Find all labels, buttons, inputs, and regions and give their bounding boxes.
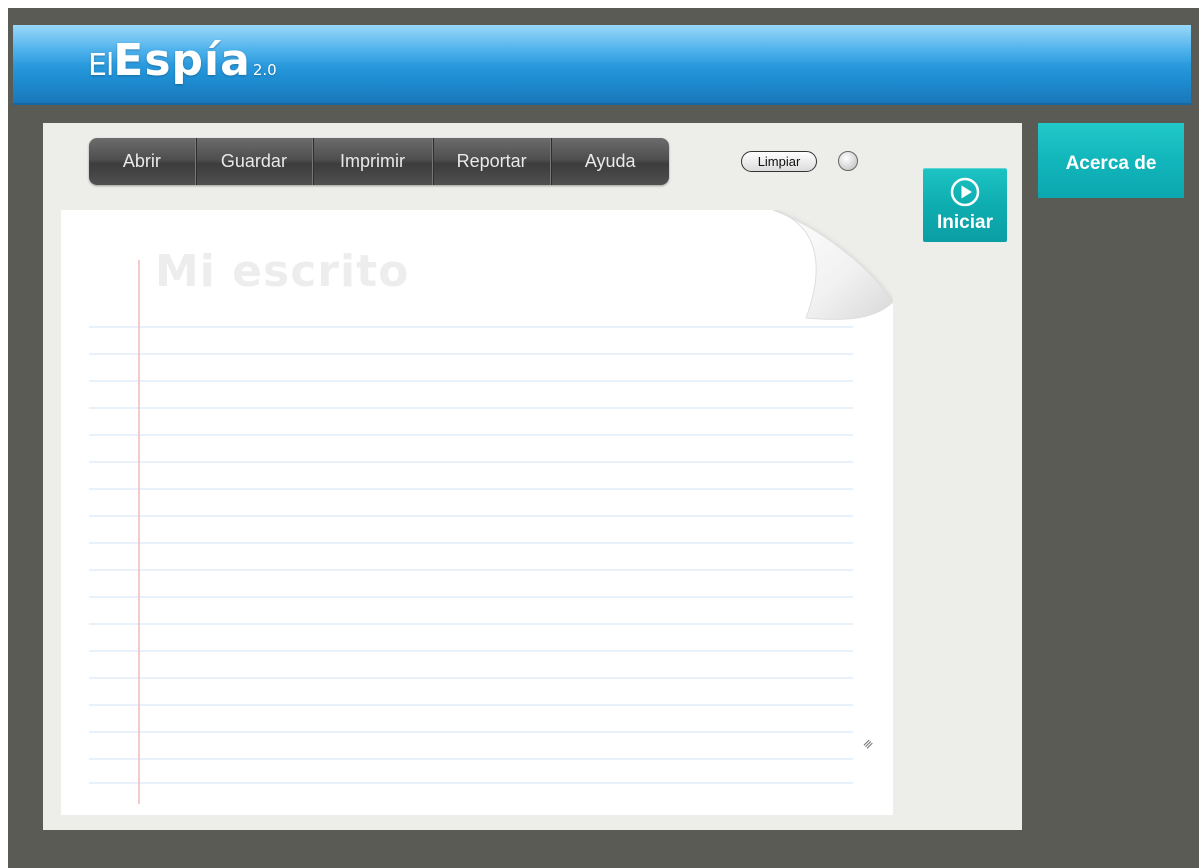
logo-prefix: El: [88, 48, 114, 83]
app-logo: ElEspía 2.0: [88, 39, 277, 83]
menu-item-ayuda[interactable]: Ayuda: [551, 138, 669, 185]
main-menu-bar: Abrir Guardar Imprimir Reportar Ayuda: [89, 138, 669, 185]
menu-item-imprimir[interactable]: Imprimir: [313, 138, 433, 185]
notepad-paper: Mi escrito ≡: [61, 210, 893, 815]
about-button[interactable]: Acerca de: [1038, 123, 1184, 198]
status-radio[interactable]: [838, 151, 858, 171]
logo-main-text: Espía: [113, 35, 251, 86]
menu-item-abrir[interactable]: Abrir: [89, 138, 196, 185]
menu-item-reportar[interactable]: Reportar: [433, 138, 552, 185]
editor-panel: Abrir Guardar Imprimir Reportar Ayuda Li…: [43, 123, 1022, 830]
play-circle-icon: [950, 177, 980, 207]
menu-item-guardar[interactable]: Guardar: [196, 138, 314, 185]
start-label: Iniciar: [937, 212, 993, 233]
writing-textarea[interactable]: [89, 315, 879, 770]
logo-version: 2.0: [252, 61, 277, 79]
app-header: ElEspía 2.0: [13, 25, 1191, 105]
clear-button[interactable]: Limpiar: [741, 151, 817, 172]
notepad-title: Mi escrito: [155, 246, 410, 297]
start-button[interactable]: Iniciar: [923, 168, 1007, 242]
